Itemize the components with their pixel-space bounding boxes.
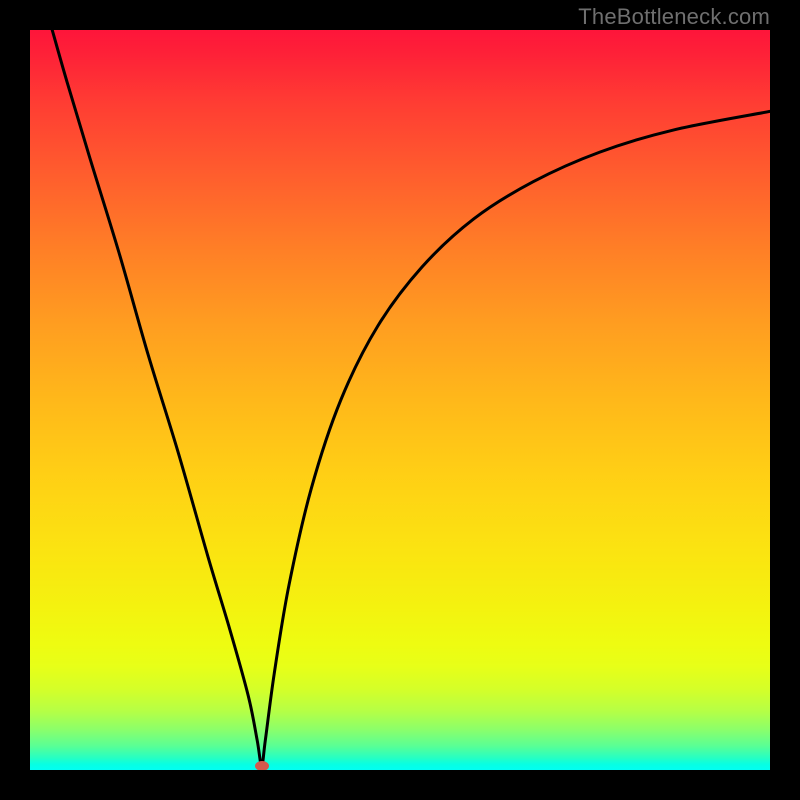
chart-frame: TheBottleneck.com [0,0,800,800]
plot-area [30,30,770,770]
watermark-text: TheBottleneck.com [578,4,770,30]
minimum-marker [255,761,269,770]
bottleneck-curve-path [52,30,770,766]
bottleneck-curve-svg [30,30,770,770]
